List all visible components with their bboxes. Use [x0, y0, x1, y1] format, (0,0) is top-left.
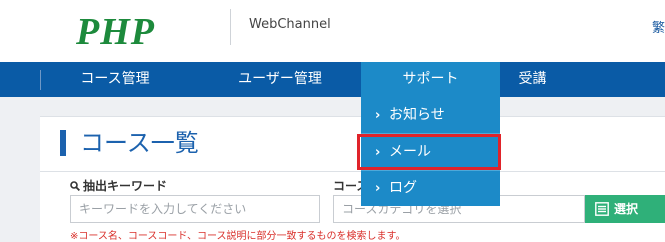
search-icon — [70, 181, 80, 191]
title-accent-bar — [60, 130, 66, 156]
list-icon — [595, 202, 609, 216]
nav-item-support[interactable]: サポート — [361, 62, 500, 97]
nav-item-user-management[interactable]: ユーザー管理 — [200, 62, 360, 97]
keyword-label: 抽出キーワード — [70, 177, 167, 194]
language-link[interactable]: 繁 — [652, 17, 665, 36]
nav-item-course-management[interactable]: コース管理 — [40, 62, 190, 97]
menu-item-notice[interactable]: › お知らせ — [361, 97, 500, 133]
chevron-right-icon: › — [375, 108, 381, 123]
title-divider — [40, 171, 665, 172]
header-divider — [230, 9, 231, 45]
support-dropdown-menu: › お知らせ › メール › ログ — [361, 97, 500, 206]
channel-name: WebChannel — [249, 17, 331, 32]
menu-item-label: ログ — [389, 180, 417, 196]
menu-item-label: メール — [389, 144, 431, 160]
main-nav: コース管理 ユーザー管理 サポート 受講 — [0, 62, 665, 97]
menu-item-label: お知らせ — [389, 107, 445, 123]
select-button-label: 選択 — [614, 202, 639, 216]
search-note: ※コース名、コースコード、コース説明に部分一致するものを検索します。 — [70, 231, 406, 242]
keyword-input[interactable] — [70, 195, 320, 223]
page-title: コース一覧 — [80, 129, 199, 157]
keyword-label-text: 抽出キーワード — [83, 179, 168, 193]
nav-item-attendance[interactable]: 受講 — [500, 62, 565, 97]
select-button[interactable]: 選択 — [585, 195, 665, 223]
menu-item-mail[interactable]: › メール — [361, 134, 500, 170]
menu-item-log[interactable]: › ログ — [361, 170, 500, 206]
logo[interactable]: PHP — [76, 12, 155, 52]
chevron-right-icon: › — [375, 145, 381, 160]
chevron-right-icon: › — [375, 181, 381, 196]
